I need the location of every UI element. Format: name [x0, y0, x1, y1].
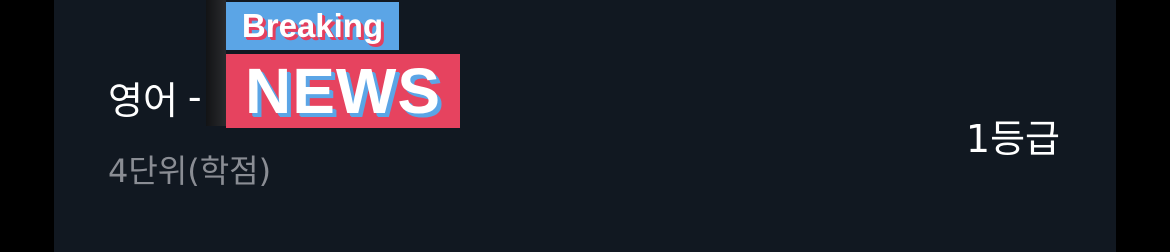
subject-separator: - — [187, 75, 202, 119]
breaking-news-sticker: Breaking NEWS — [206, 0, 462, 132]
credit-units: 4단위(학점) — [108, 152, 272, 190]
breaking-label-box: Breaking — [226, 2, 399, 50]
subject-name: 영어 — [108, 78, 178, 123]
grade-value: 1등급 — [965, 117, 1060, 161]
sticker-shadow — [206, 0, 226, 126]
breaking-label: Breaking — [241, 7, 384, 44]
news-label-box: NEWS — [226, 54, 460, 128]
news-label: NEWS — [245, 55, 441, 127]
subject-title: 영어 - — [108, 72, 202, 123]
